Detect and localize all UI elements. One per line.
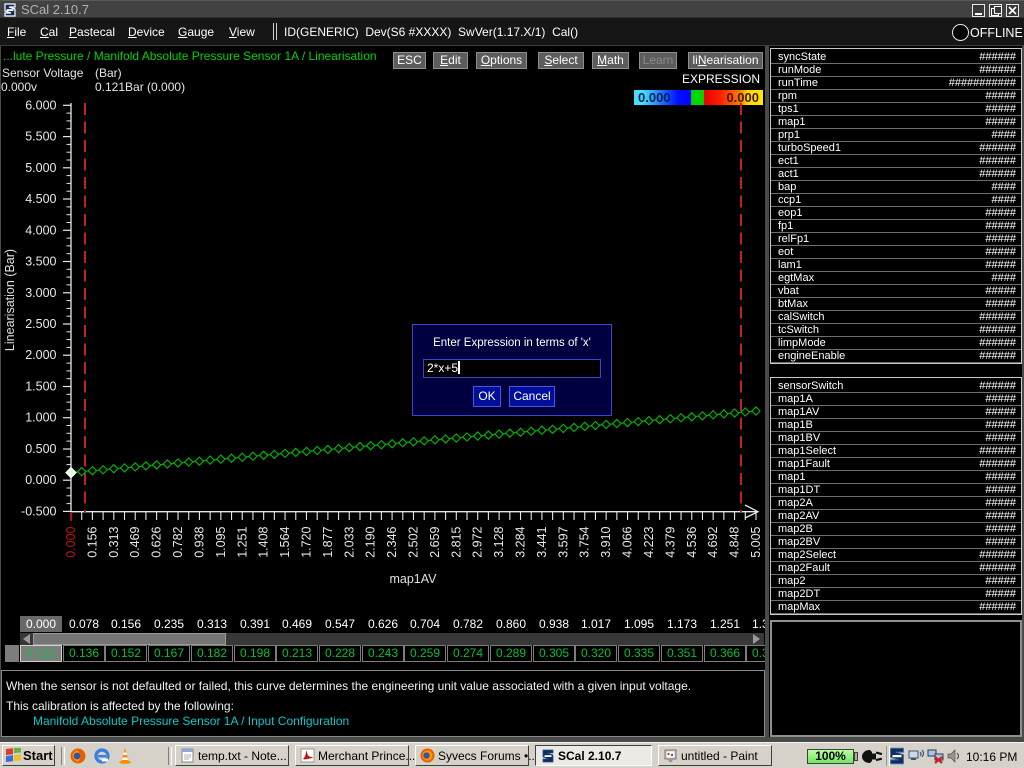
- svg-text:0.626: 0.626: [150, 526, 164, 557]
- svg-text:3.754: 3.754: [578, 526, 592, 557]
- svg-text:5.005: 5.005: [749, 526, 763, 557]
- svg-text:2.346: 2.346: [385, 526, 399, 557]
- svg-text:5.500: 5.500: [25, 130, 56, 144]
- svg-text:3.000: 3.000: [25, 286, 56, 300]
- svg-text:4.500: 4.500: [25, 192, 56, 206]
- svg-text:-0.500: -0.500: [21, 504, 56, 518]
- svg-text:2.190: 2.190: [364, 526, 378, 557]
- svg-text:2.502: 2.502: [406, 526, 420, 557]
- svg-text:2.033: 2.033: [342, 526, 356, 557]
- svg-text:map1AV: map1AV: [389, 572, 437, 586]
- svg-text:0.500: 0.500: [25, 442, 56, 456]
- svg-text:4.066: 4.066: [621, 526, 635, 557]
- svg-text:0.000: 0.000: [25, 473, 56, 487]
- svg-text:4.223: 4.223: [642, 526, 656, 557]
- svg-text:4.692: 4.692: [706, 526, 720, 557]
- svg-text:5.000: 5.000: [25, 161, 56, 175]
- svg-text:0.469: 0.469: [128, 526, 142, 557]
- svg-text:4.379: 4.379: [663, 526, 677, 557]
- svg-text:4.000: 4.000: [25, 223, 56, 237]
- svg-text:1.095: 1.095: [214, 526, 228, 557]
- svg-text:1.877: 1.877: [321, 526, 335, 557]
- svg-text:2.500: 2.500: [25, 317, 56, 331]
- svg-text:0.313: 0.313: [107, 526, 121, 557]
- svg-text:3.910: 3.910: [599, 526, 613, 557]
- svg-text:0.000: 0.000: [64, 526, 78, 557]
- svg-text:0.938: 0.938: [192, 526, 206, 557]
- svg-text:3.597: 3.597: [556, 526, 570, 557]
- svg-text:0.156: 0.156: [85, 526, 99, 557]
- svg-text:2.972: 2.972: [471, 526, 485, 557]
- svg-text:2.000: 2.000: [25, 348, 56, 362]
- svg-text:4.848: 4.848: [728, 526, 742, 557]
- svg-text:1.251: 1.251: [235, 526, 249, 557]
- svg-text:4.536: 4.536: [685, 526, 699, 557]
- svg-text:3.500: 3.500: [25, 255, 56, 269]
- svg-text:1.408: 1.408: [257, 526, 271, 557]
- svg-text:2.815: 2.815: [449, 526, 463, 557]
- svg-text:6.000: 6.000: [25, 98, 56, 112]
- svg-text:1.720: 1.720: [299, 526, 313, 557]
- svg-text:2.659: 2.659: [428, 526, 442, 557]
- svg-text:0.782: 0.782: [171, 526, 185, 557]
- svg-text:3.441: 3.441: [535, 526, 549, 557]
- svg-text:1.564: 1.564: [278, 526, 292, 557]
- svg-text:Linearisation (Bar): Linearisation (Bar): [3, 249, 17, 351]
- svg-text:1.000: 1.000: [25, 411, 56, 425]
- svg-text:3.284: 3.284: [514, 526, 528, 557]
- svg-text:1.500: 1.500: [25, 380, 56, 394]
- svg-text:3.128: 3.128: [492, 526, 506, 557]
